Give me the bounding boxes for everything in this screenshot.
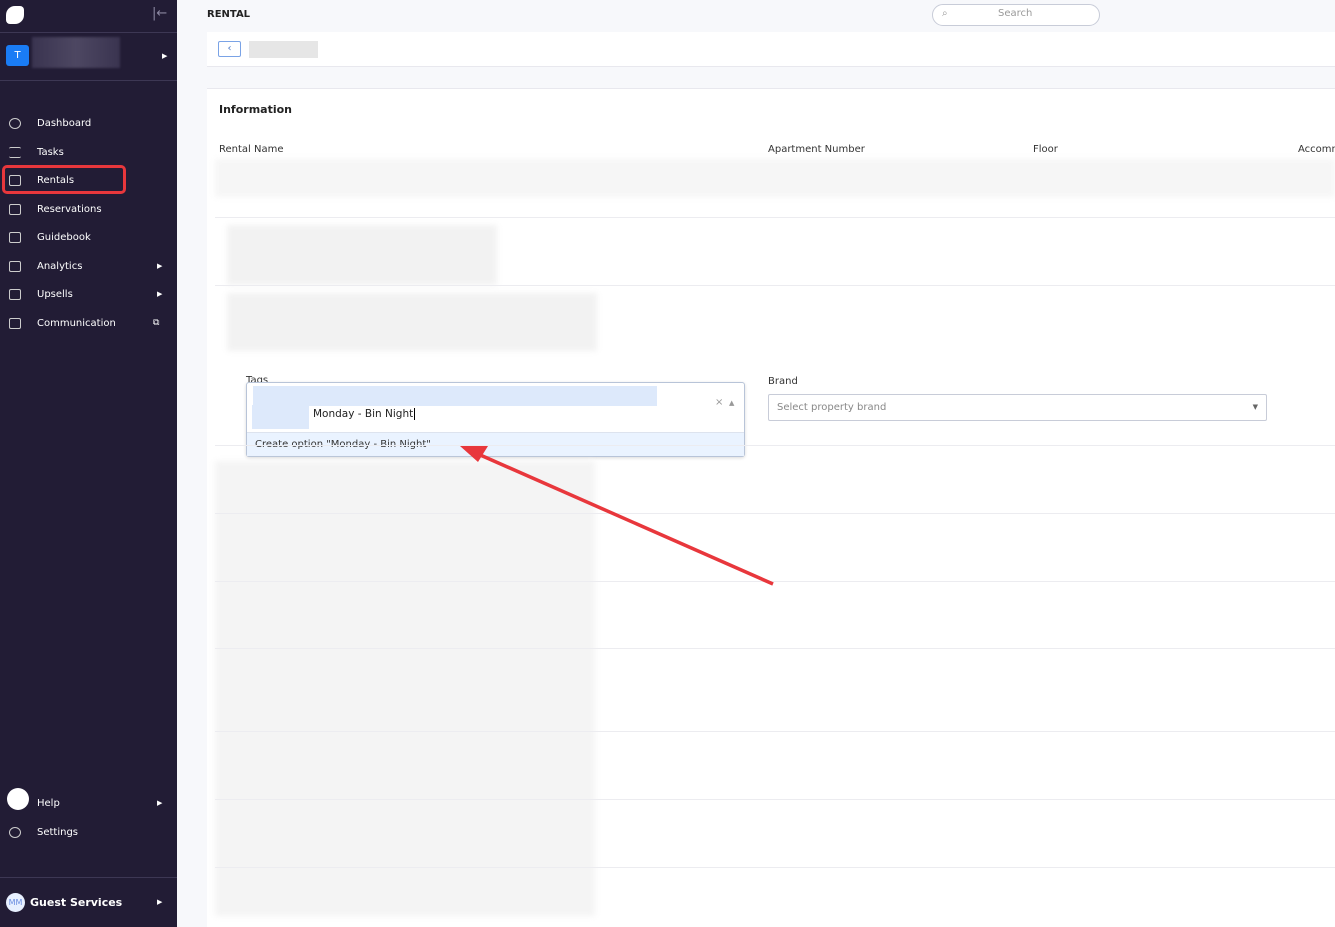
annotation-arrow — [460, 446, 774, 586]
